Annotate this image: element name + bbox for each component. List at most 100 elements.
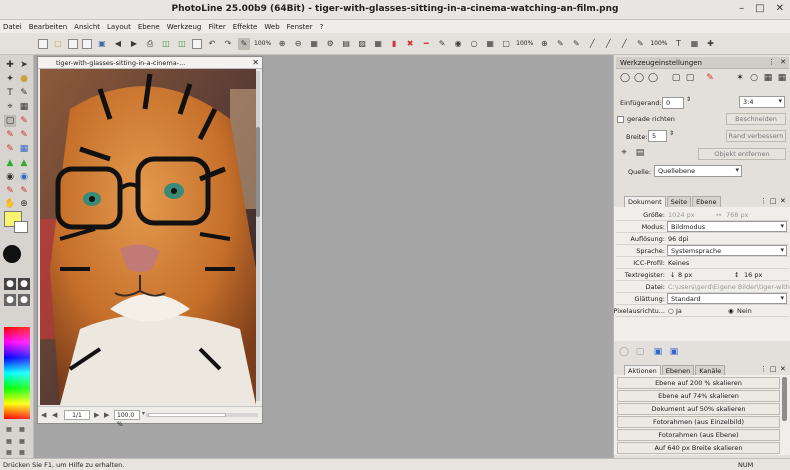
maximize-icon[interactable]: □: [755, 3, 764, 14]
prop-size-height[interactable]: 768 px: [726, 211, 748, 219]
menu-layout[interactable]: Layout: [107, 23, 131, 31]
tab-seite[interactable]: Seite: [666, 196, 692, 207]
grid-mini-icon-2[interactable]: ▦: [16, 423, 28, 435]
red-tool-icon[interactable]: ✖: [404, 38, 416, 50]
action-item[interactable]: Ebene auf 74% skalieren: [617, 390, 780, 402]
tab-dokument[interactable]: Dokument: [624, 196, 666, 207]
gradient-swatch-icon[interactable]: ▤: [634, 147, 646, 159]
menu-effekte[interactable]: Effekte: [233, 23, 258, 31]
action-item[interactable]: Ebene auf 200 % skalieren: [617, 377, 780, 389]
wand-tool-icon[interactable]: ✦: [4, 73, 16, 85]
brush-tool-icon[interactable]: ✎: [4, 129, 16, 141]
width-stepper-icon[interactable]: ⇕: [669, 130, 674, 137]
recent-icon[interactable]: [82, 38, 92, 49]
lasso-magnetic-icon[interactable]: ◯: [647, 72, 659, 84]
grid-mini-icon-5[interactable]: ▦: [3, 446, 15, 458]
pencil-icon[interactable]: ✎: [570, 38, 582, 50]
crop-button[interactable]: Beschneiden: [726, 113, 786, 125]
layer-load-icon[interactable]: ▣: [668, 346, 680, 358]
line-tool-icon[interactable]: ╱: [586, 38, 598, 50]
next-page-icon[interactable]: ▶: [94, 411, 99, 419]
prop-language-select[interactable]: Systemsprache: [667, 245, 787, 256]
prop-icc-value[interactable]: Keines: [668, 259, 689, 267]
selection-tool-icon[interactable]: ➤: [18, 59, 30, 71]
duplicate-icon[interactable]: ▢: [634, 346, 646, 358]
radio-nein[interactable]: ◉: [728, 307, 734, 315]
cat-mask-icon-2[interactable]: ●: [18, 278, 30, 290]
menu-ansicht[interactable]: Ansicht: [74, 23, 100, 31]
grid-option-2-icon[interactable]: ▦: [776, 72, 788, 84]
zoom-field[interactable]: 100.0 %: [114, 410, 140, 428]
redo-icon[interactable]: ↷: [222, 38, 234, 50]
brush-preview[interactable]: [3, 245, 21, 263]
horizontal-scroll-thumb[interactable]: [148, 413, 226, 417]
action-item[interactable]: Dokument auf 50% skalieren: [617, 403, 780, 415]
grid-mini-icon-6[interactable]: ▦: [16, 446, 28, 458]
eyedropper-tool-icon[interactable]: ✎: [18, 115, 30, 127]
quickmask-icon-2[interactable]: ●: [18, 294, 30, 306]
doc-panel-pin-icon[interactable]: □: [770, 197, 777, 205]
actions-menu-icon[interactable]: ⋮: [760, 365, 767, 373]
lasso-tool-icon[interactable]: ▢: [4, 115, 16, 127]
zoom-100-label-3[interactable]: 100%: [650, 40, 667, 47]
lasso-option-icon[interactable]: ◯: [619, 72, 631, 84]
save-icon[interactable]: ▣: [96, 38, 108, 50]
radio-ja[interactable]: ○: [668, 307, 674, 315]
zoom-dropdown-icon[interactable]: ▾: [142, 410, 145, 417]
brush-icon[interactable]: ✎: [238, 37, 250, 50]
red-bars-icon[interactable]: ▮: [388, 38, 400, 50]
dodge-tool-icon[interactable]: ✎: [4, 185, 16, 197]
brush-small-icon[interactable]: ✎: [634, 38, 646, 50]
dropper-icon[interactable]: ✎: [436, 38, 448, 50]
actions-scroll-thumb[interactable]: [782, 377, 787, 421]
trash-icon[interactable]: ◯: [618, 346, 630, 358]
panel-close-icon[interactable]: ✕: [780, 58, 786, 66]
burn-tool-icon[interactable]: ✎: [18, 185, 30, 197]
star-option-icon[interactable]: ✶: [734, 72, 746, 84]
last-page-icon[interactable]: ▶: [104, 411, 109, 419]
circle-option-icon[interactable]: ○: [748, 72, 760, 84]
path-icon[interactable]: ╱: [618, 38, 630, 50]
print-icon[interactable]: ⎙: [144, 38, 156, 50]
copy-icon[interactable]: ◫: [160, 38, 172, 50]
margin-stepper-icon[interactable]: ⇕: [686, 96, 691, 103]
pen-icon[interactable]: ✎: [554, 38, 566, 50]
zoom-out-icon[interactable]: ⊖: [292, 38, 304, 50]
image-canvas[interactable]: [40, 69, 256, 405]
select-option-icon[interactable]: ▢: [670, 72, 682, 84]
document-window[interactable]: tiger-with-glasses-sitting-in-a-cinema-.…: [37, 56, 263, 428]
new-doc-icon[interactable]: [68, 38, 78, 49]
actions-pin-icon[interactable]: □: [770, 365, 777, 373]
grid-mini-icon[interactable]: ▦: [3, 423, 15, 435]
actions-close-icon[interactable]: ✕: [780, 365, 786, 373]
transform-icon[interactable]: ▦: [484, 38, 496, 50]
eraser-tool-icon[interactable]: ✎: [4, 143, 16, 155]
menu-bearbeiten[interactable]: Bearbeiten: [29, 23, 67, 31]
ratio-select[interactable]: 3:4: [739, 96, 785, 108]
new-icon[interactable]: [38, 38, 48, 49]
color-picker-icon[interactable]: ◉: [452, 38, 464, 50]
zoom-tool-icon[interactable]: ⊕: [18, 198, 30, 210]
straighten-checkbox[interactable]: [617, 116, 624, 123]
fill-tool-icon[interactable]: ▲: [4, 157, 16, 169]
smudge-tool-icon[interactable]: ▲: [18, 157, 30, 169]
stroke-icon[interactable]: ╱: [602, 38, 614, 50]
first-page-icon[interactable]: ◀: [41, 411, 46, 419]
grid-icon[interactable]: ▦: [372, 38, 384, 50]
prop-resolution-value[interactable]: 96 dpi: [668, 235, 688, 243]
document-close-icon[interactable]: ✕: [252, 58, 259, 67]
grid-small-icon[interactable]: ▦: [688, 38, 700, 50]
prop-textregister-value[interactable]: 8 px: [678, 271, 692, 279]
prop-textregister-value2[interactable]: 16 px: [744, 271, 762, 279]
pen-option-icon[interactable]: ✎: [704, 72, 716, 84]
gradient-tool-icon[interactable]: ▦: [18, 143, 30, 155]
pencil-tool-icon[interactable]: ✎: [18, 129, 30, 141]
doc-panel-close-icon[interactable]: ✕: [780, 197, 786, 205]
cross-icon[interactable]: ✚: [704, 38, 716, 50]
text-tool-icon[interactable]: T: [672, 38, 684, 50]
panel-menu-icon[interactable]: ⋮: [768, 58, 775, 66]
settings-gear-icon[interactable]: ⚙: [324, 38, 336, 50]
layout-icon[interactable]: ▤: [340, 38, 352, 50]
pen-tool-icon[interactable]: ✎: [18, 87, 30, 99]
select-option-2-icon[interactable]: ▢: [684, 72, 696, 84]
